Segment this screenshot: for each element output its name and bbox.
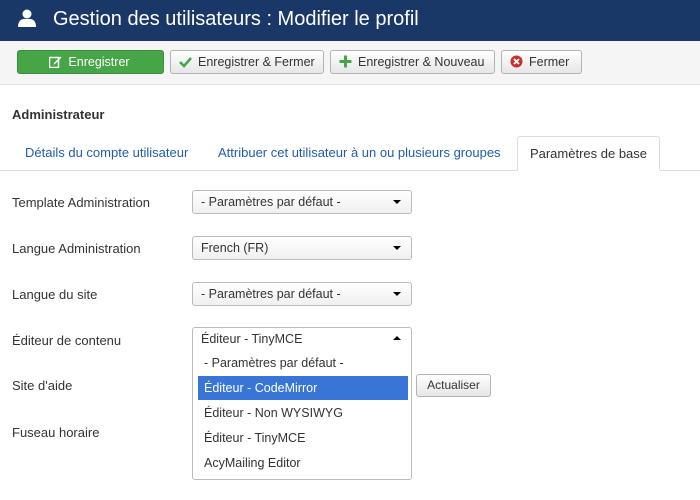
site-language-select[interactable]: - Paramètres par défaut - xyxy=(192,282,412,306)
save-new-button[interactable]: Enregistrer & Nouveau xyxy=(330,50,495,74)
plus-icon xyxy=(339,55,352,68)
save-new-button-label: Enregistrer & Nouveau xyxy=(358,55,485,69)
admin-language-select[interactable]: French (FR) xyxy=(192,236,412,260)
close-button-label: Fermer xyxy=(529,55,570,69)
chevron-down-icon xyxy=(393,292,401,296)
save-close-button[interactable]: Enregistrer & Fermer xyxy=(170,50,324,74)
admin-template-select[interactable]: - Paramètres par défaut - xyxy=(192,190,412,214)
close-button[interactable]: Fermer xyxy=(501,50,582,74)
editor-option[interactable]: Éditeur - Non WYSIWYG xyxy=(198,401,408,425)
tab-assigned-groups[interactable]: Attribuer cet utilisateur à un ou plusie… xyxy=(218,136,501,171)
chevron-up-icon xyxy=(393,336,401,340)
chevron-down-icon xyxy=(393,200,401,204)
help-site-label: Site d'aide xyxy=(12,378,73,393)
editor-option[interactable]: - Paramètres par défaut - xyxy=(198,351,408,375)
page-header: Gestion des utilisateurs : Modifier le p… xyxy=(0,0,700,41)
editor-dropdown-list: - Paramètres par défaut - Éditeur - Code… xyxy=(192,350,412,480)
site-language-label: Langue du site xyxy=(12,287,98,302)
page-title: Gestion des utilisateurs : Modifier le p… xyxy=(53,8,419,30)
save-button[interactable]: Enregistrer xyxy=(17,50,164,74)
editor-label: Éditeur de contenu xyxy=(12,333,122,348)
toolbar: Enregistrer Enregistrer & Fermer Enregis… xyxy=(0,41,700,85)
admin-template-label: Template Administration xyxy=(12,195,151,210)
tab-account-details[interactable]: Détails du compte utilisateur xyxy=(25,136,188,171)
editor-option-highlighted[interactable]: Éditeur - CodeMirror xyxy=(198,376,408,400)
editor-option[interactable]: AcyMailing Editor xyxy=(198,451,408,475)
refresh-button[interactable]: Actualiser xyxy=(416,374,491,397)
save-button-label: Enregistrer xyxy=(68,55,130,69)
editor-select[interactable]: Éditeur - TinyMCE xyxy=(192,327,412,351)
close-icon xyxy=(510,55,523,68)
editor-value: Éditeur - TinyMCE xyxy=(201,332,303,346)
admin-language-label: Langue Administration xyxy=(12,241,141,256)
chevron-down-icon xyxy=(393,246,401,250)
tab-basic-settings[interactable]: Paramètres de base xyxy=(517,136,660,171)
site-language-value: - Paramètres par défaut - xyxy=(201,287,341,301)
timezone-label: Fuseau horaire xyxy=(12,425,100,440)
section-title: Administrateur xyxy=(12,107,105,122)
admin-template-value: - Paramètres par défaut - xyxy=(201,195,341,209)
admin-language-value: French (FR) xyxy=(201,241,269,255)
check-icon xyxy=(179,57,192,68)
edit-icon xyxy=(49,56,62,68)
editor-option[interactable]: Éditeur - TinyMCE xyxy=(198,426,408,450)
save-close-button-label: Enregistrer & Fermer xyxy=(198,55,315,69)
user-icon xyxy=(18,9,36,27)
